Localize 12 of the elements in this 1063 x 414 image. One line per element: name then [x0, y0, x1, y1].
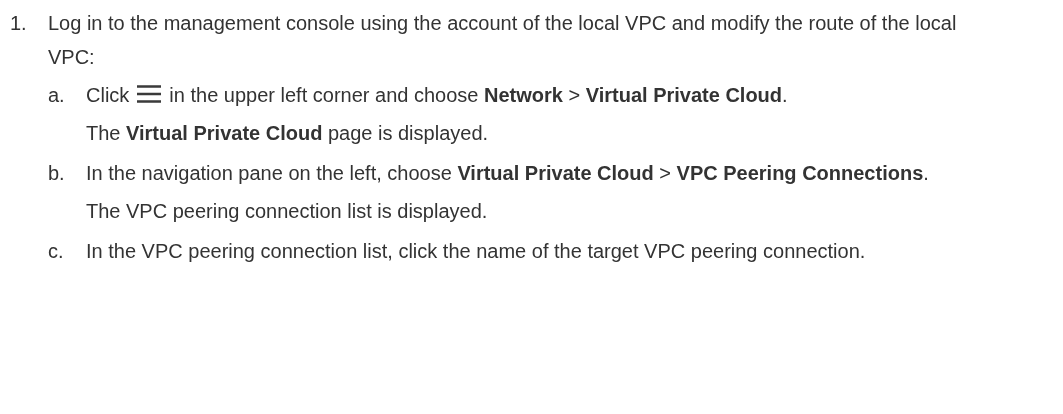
- menu-icon: [137, 85, 162, 103]
- substep-letter: b.: [48, 161, 66, 186]
- substep-letter: c.: [48, 239, 65, 264]
- result-text: The VPC peering connection list is displayed.: [86, 200, 488, 222]
- step-number: 1.: [10, 11, 28, 36]
- substep-text: Click: [86, 84, 130, 106]
- substep-text: in the upper left corner and choose Network > Virtual Private Cloud.: [169, 84, 788, 106]
- step-text: Log in to the management console using the account of the local VPC and modify the route of the local VPC:: [48, 12, 957, 68]
- substep-text: In the navigation pane on the left, choose Virtual Private Cloud > VPC Peering Connections.: [86, 162, 929, 184]
- substep-letter: a.: [48, 83, 66, 108]
- result-text: The Virtual Private Cloud page is displayed.: [86, 122, 489, 144]
- substep-text: In the VPC peering connection list, click the name of the target VPC peering connection.: [86, 240, 866, 262]
